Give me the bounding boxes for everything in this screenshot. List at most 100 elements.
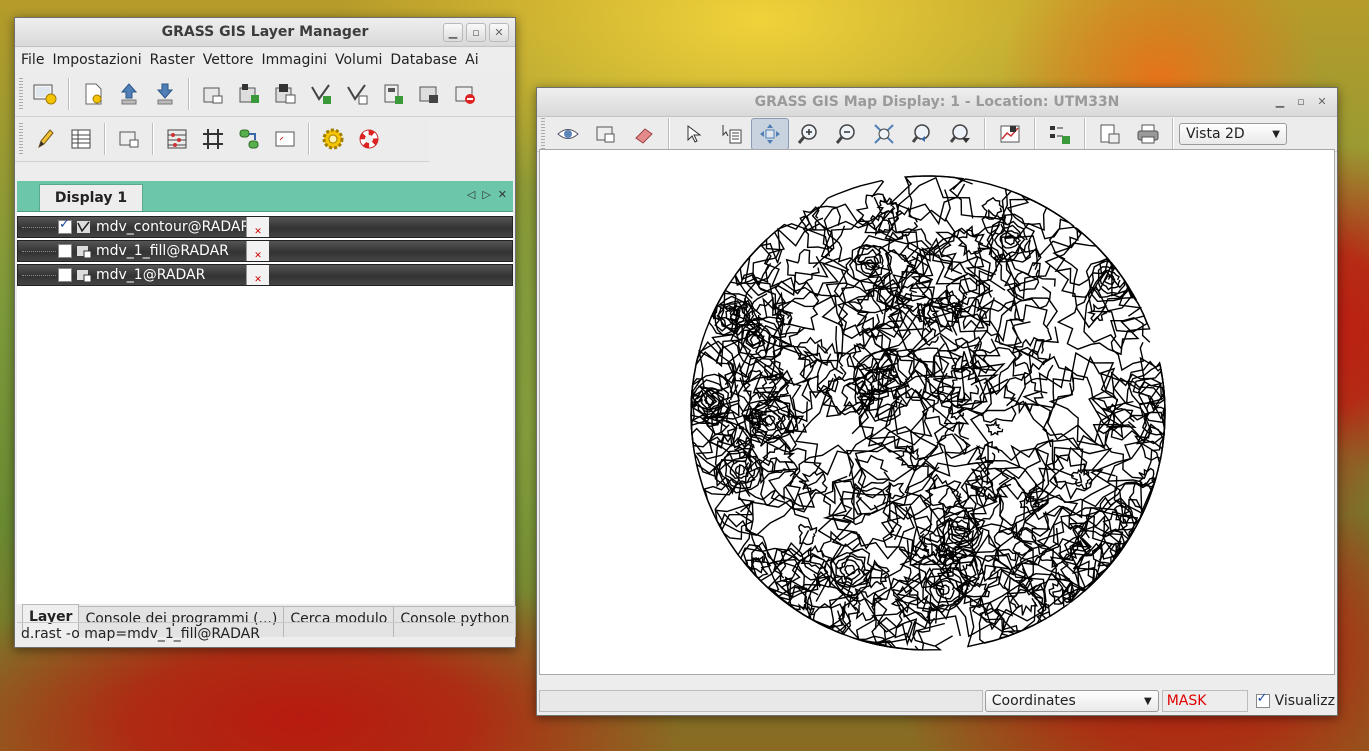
tab-left-icon[interactable]: ◁ [467, 188, 475, 201]
monitor-icon [119, 131, 139, 148]
add-group-button[interactable] [375, 76, 411, 112]
maximize-icon[interactable]: ▫ [466, 23, 486, 42]
layer-manager-window: GRASS GIS Layer Manager ▁ ▫ ✕ File Impos… [14, 17, 517, 648]
add-overlay-button[interactable] [411, 76, 447, 112]
tab-display-1[interactable]: Display 1 [39, 184, 143, 211]
separator [308, 123, 310, 155]
render-label: Visualizz [1274, 693, 1335, 709]
erase-button[interactable] [625, 118, 663, 150]
contour-line [981, 196, 1004, 220]
render-icon [596, 126, 615, 143]
menu-vettore[interactable]: Vettore [201, 52, 260, 68]
zoom-out-button[interactable] [827, 118, 865, 150]
contour-line [854, 454, 891, 489]
map-canvas[interactable] [539, 149, 1335, 675]
menu-ai[interactable]: Ai [463, 52, 484, 68]
map-display-window: GRASS GIS Map Display: 1 - Location: UTM… [536, 87, 1338, 716]
statusbar-mode-select[interactable]: Coordinates ▼ [984, 690, 1159, 712]
close-icon[interactable]: ✕ [489, 23, 509, 42]
layer-checkbox[interactable] [58, 244, 72, 258]
menu-impostazioni[interactable]: Impostazioni [50, 52, 147, 68]
separator [1172, 118, 1174, 150]
edit-vector-button[interactable] [27, 121, 63, 157]
open-workspace-button[interactable] [111, 76, 147, 112]
toolbar-grip[interactable] [19, 78, 23, 110]
add-raster-button[interactable] [195, 76, 231, 112]
pointer-button[interactable] [675, 118, 713, 150]
render-checkbox[interactable] [1255, 693, 1270, 708]
new-display-button[interactable] [27, 76, 63, 112]
save-workspace-button[interactable] [147, 76, 183, 112]
status-text: d.rast -o map=mdv_1_fill@RADAR [21, 626, 260, 642]
layer-toolbar-1 [15, 72, 515, 117]
contour-line [811, 179, 885, 231]
map-elements-button[interactable] [1041, 118, 1079, 150]
layer-item[interactable]: mdv_1@RADAR ✕ [17, 264, 513, 286]
tab-close-icon[interactable]: ✕ [498, 188, 507, 201]
close-icon[interactable]: ✕ [1313, 93, 1331, 110]
menu-raster[interactable]: Raster [148, 52, 201, 68]
layer-props-icon[interactable]: ✕ [246, 265, 269, 285]
contour-line [993, 224, 1026, 256]
print-button[interactable] [1129, 118, 1167, 150]
raster-layer-icon [77, 246, 91, 258]
add-vector-button[interactable] [303, 76, 339, 112]
georectify-button[interactable] [111, 121, 147, 157]
grid-button[interactable] [195, 121, 231, 157]
menu-immagini[interactable]: Immagini [259, 52, 333, 68]
contour-map [690, 175, 1166, 651]
pointer-icon [687, 125, 702, 143]
add-overlay-icon [419, 86, 438, 103]
upload-arrow-icon [120, 83, 138, 105]
add-rgb-icon [275, 84, 296, 104]
render-toggle[interactable]: Visualizz [1255, 693, 1335, 709]
minimize-icon[interactable]: ▁ [1271, 93, 1289, 110]
layer-name: mdv_1_fill@RADAR [96, 243, 229, 259]
chevron-down-icon: ▼ [1272, 128, 1280, 140]
grid-icon [203, 129, 223, 149]
add-raster-misc-button[interactable] [231, 76, 267, 112]
graphical-modeler-button[interactable] [231, 121, 267, 157]
add-vector-theme-icon [347, 84, 368, 105]
display-map-button[interactable] [549, 118, 587, 150]
profile-chart-icon [1000, 125, 1020, 143]
toolbar-grip[interactable] [541, 118, 545, 150]
menu-database[interactable]: Database [388, 52, 463, 68]
menu-volumi[interactable]: Volumi [333, 52, 388, 68]
attribute-table-button[interactable] [63, 121, 99, 157]
new-workspace-button[interactable] [75, 76, 111, 112]
tab-right-icon[interactable]: ▷ [482, 188, 490, 201]
layer-item[interactable]: mdv_contour@RADAR ✕ [17, 216, 513, 238]
pan-button[interactable] [751, 118, 789, 150]
help-button[interactable] [351, 121, 387, 157]
zoom-back-button[interactable] [903, 118, 941, 150]
cartographic-composer-button[interactable] [159, 121, 195, 157]
minimize-icon[interactable]: ▁ [443, 23, 463, 42]
render-map-button[interactable] [587, 118, 625, 150]
layer-props-icon[interactable]: ✕ [246, 217, 269, 237]
settings-button[interactable] [315, 121, 351, 157]
zoom-menu-button[interactable] [941, 118, 979, 150]
zoom-extent-button[interactable] [865, 118, 903, 150]
map-display-titlebar[interactable]: GRASS GIS Map Display: 1 - Location: UTM… [537, 88, 1337, 117]
view-mode-select[interactable]: Vista 2D ▼ [1179, 123, 1287, 145]
mask-indicator: MASK [1166, 693, 1207, 709]
layer-manager-titlebar[interactable]: GRASS GIS Layer Manager ▁ ▫ ✕ [15, 18, 515, 47]
layer-checkbox[interactable] [58, 268, 72, 282]
contour-line [802, 342, 847, 394]
layer-checkbox[interactable] [58, 217, 72, 234]
maximize-icon[interactable]: ▫ [1292, 93, 1310, 110]
menu-file[interactable]: File [19, 52, 50, 68]
layer-props-icon[interactable]: ✕ [246, 241, 269, 261]
zoom-in-button[interactable] [789, 118, 827, 150]
toolbar-grip[interactable] [19, 123, 23, 155]
save-display-button[interactable] [1091, 118, 1129, 150]
add-vector-misc-button[interactable] [339, 76, 375, 112]
map-swipe-button[interactable] [267, 121, 303, 157]
add-rgb-button[interactable] [267, 76, 303, 112]
query-button[interactable] [713, 118, 751, 150]
remove-layer-button[interactable] [447, 76, 483, 112]
layer-item[interactable]: mdv_1_fill@RADAR ✕ [17, 240, 513, 262]
tree-connector [22, 250, 56, 252]
analyze-button[interactable] [991, 118, 1029, 150]
